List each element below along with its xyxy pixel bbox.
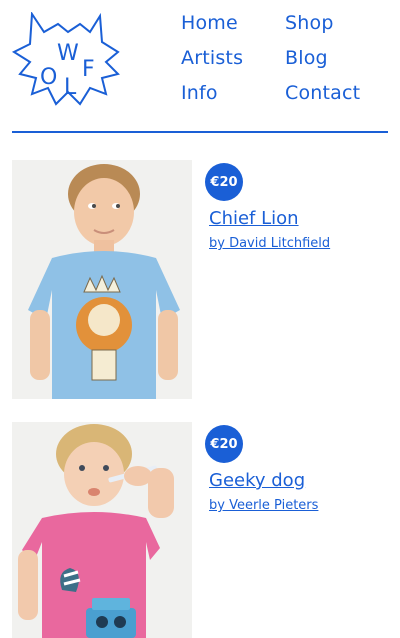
- wolf-logo[interactable]: W O L F: [10, 10, 120, 107]
- price-badge: €20: [205, 163, 243, 201]
- svg-text:L: L: [64, 75, 77, 100]
- svg-text:O: O: [40, 65, 57, 90]
- product-title-link[interactable]: Chief Lion: [209, 208, 299, 229]
- nav-shop-link[interactable]: Shop: [285, 12, 334, 34]
- product-image[interactable]: [12, 160, 192, 399]
- svg-text:F: F: [82, 57, 95, 82]
- product-card[interactable]: €20 Geeky dog by Veerle Pieters: [12, 422, 388, 638]
- wolf-logo-icon: W O L F: [11, 10, 120, 106]
- nav-info-link[interactable]: Info: [181, 82, 218, 104]
- product-artist-link[interactable]: by David Litchfield: [209, 236, 330, 251]
- child-tshirt-photo-icon: [12, 160, 192, 399]
- nav-blog-link[interactable]: Blog: [285, 47, 328, 69]
- product-card[interactable]: €20 Chief Lion by David Litchfield: [12, 160, 388, 400]
- child-tshirt-photo-icon: [12, 422, 192, 638]
- product-title-link[interactable]: Geeky dog: [209, 470, 305, 491]
- product-image[interactable]: [12, 422, 192, 638]
- svg-text:W: W: [57, 41, 79, 66]
- product-artist-link[interactable]: by Veerle Pieters: [209, 498, 318, 513]
- header-divider: [12, 131, 388, 133]
- nav-contact-link[interactable]: Contact: [285, 82, 360, 104]
- nav-home-link[interactable]: Home: [181, 12, 238, 34]
- nav-artists-link[interactable]: Artists: [181, 47, 243, 69]
- price-badge: €20: [205, 425, 243, 463]
